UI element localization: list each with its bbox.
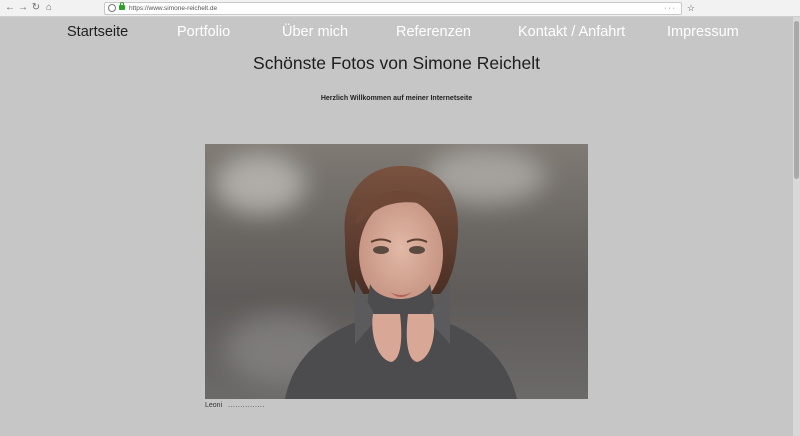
lock-icon: [119, 2, 125, 10]
reload-icon[interactable]: ↻: [30, 2, 42, 14]
nav-item-ueber-mich[interactable]: Über mich: [282, 22, 348, 42]
bookmark-star-icon[interactable]: ☆: [687, 3, 695, 14]
page-actions-icon[interactable]: ···: [664, 3, 677, 14]
caption-name: Leoni: [205, 402, 223, 409]
browser-toolbar: ← → ↻ ⌂ https://www.simone-reichelt.de ·…: [0, 0, 800, 17]
nav-item-kontakt-anfahrt[interactable]: Kontakt / Anfahrt: [518, 22, 625, 42]
site-navigation: Startseite Portfolio Über mich Referenze…: [0, 22, 793, 46]
home-icon[interactable]: ⌂: [43, 2, 55, 14]
caption-dots: ...............: [228, 402, 265, 409]
forward-icon[interactable]: →: [17, 2, 29, 14]
welcome-text: Herzlich Willkommen auf meiner Internets…: [320, 95, 473, 102]
nav-item-impressum[interactable]: Impressum: [667, 22, 739, 42]
scrollbar-thumb[interactable]: [794, 21, 799, 179]
nav-item-portfolio[interactable]: Portfolio: [177, 22, 230, 42]
address-bar[interactable]: https://www.simone-reichelt.de ··· ☆: [104, 2, 695, 15]
portrait-illustration: [285, 165, 517, 399]
nav-item-referenzen[interactable]: Referenzen: [396, 22, 471, 42]
photo-caption: Leoni...............: [205, 401, 265, 411]
page-scrollbar[interactable]: [793, 17, 800, 436]
nav-item-startseite[interactable]: Startseite: [67, 22, 128, 42]
portrait-photo: [205, 144, 588, 399]
back-icon[interactable]: ←: [4, 2, 16, 14]
url-text[interactable]: https://www.simone-reichelt.de: [129, 3, 217, 14]
page-title: Schönste Fotos von Simone Reichelt: [253, 53, 540, 73]
info-icon[interactable]: [108, 4, 116, 12]
